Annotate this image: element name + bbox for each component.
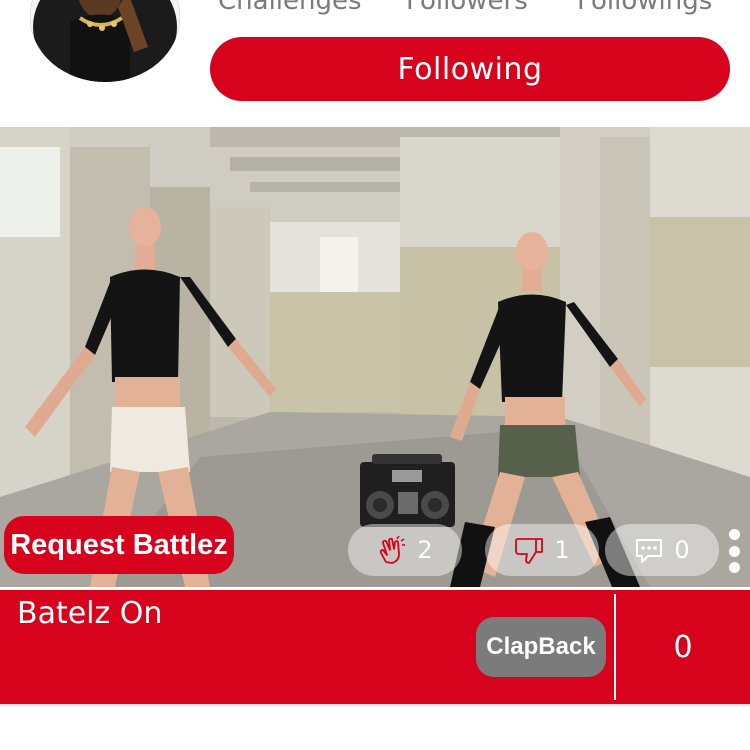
- following-button[interactable]: Following: [210, 37, 730, 101]
- comment-icon: [634, 535, 664, 565]
- clapback-button[interactable]: ClapBack: [476, 617, 606, 677]
- profile-header: Challenges Followers Followings Followin…: [0, 0, 750, 126]
- stat-followings[interactable]: Followings: [577, 0, 712, 16]
- stat-followers[interactable]: Followers: [406, 0, 528, 16]
- divider-line: [0, 704, 750, 706]
- clap-icon: [377, 535, 407, 565]
- clap-reaction-button[interactable]: 2: [348, 524, 462, 576]
- video-player[interactable]: Request Battlez 2 1 0: [0, 127, 750, 587]
- post-score: 0: [673, 629, 693, 665]
- post-title: Batelz On: [17, 596, 163, 631]
- comment-count: 0: [674, 536, 690, 564]
- post-footer: Batelz On ClapBack 0: [0, 590, 750, 704]
- clap-count: 2: [417, 536, 433, 564]
- more-vertical-icon[interactable]: [726, 529, 742, 573]
- request-battlez-button[interactable]: Request Battlez: [4, 516, 234, 574]
- profile-stats: Challenges Followers Followings: [210, 0, 730, 20]
- thumbs-down-icon: [514, 535, 544, 565]
- dislike-reaction-button[interactable]: 1: [485, 524, 599, 576]
- stat-challenges[interactable]: Challenges: [218, 0, 362, 16]
- comment-button[interactable]: 0: [605, 524, 719, 576]
- dislike-count: 1: [554, 536, 570, 564]
- avatar[interactable]: [30, 0, 180, 82]
